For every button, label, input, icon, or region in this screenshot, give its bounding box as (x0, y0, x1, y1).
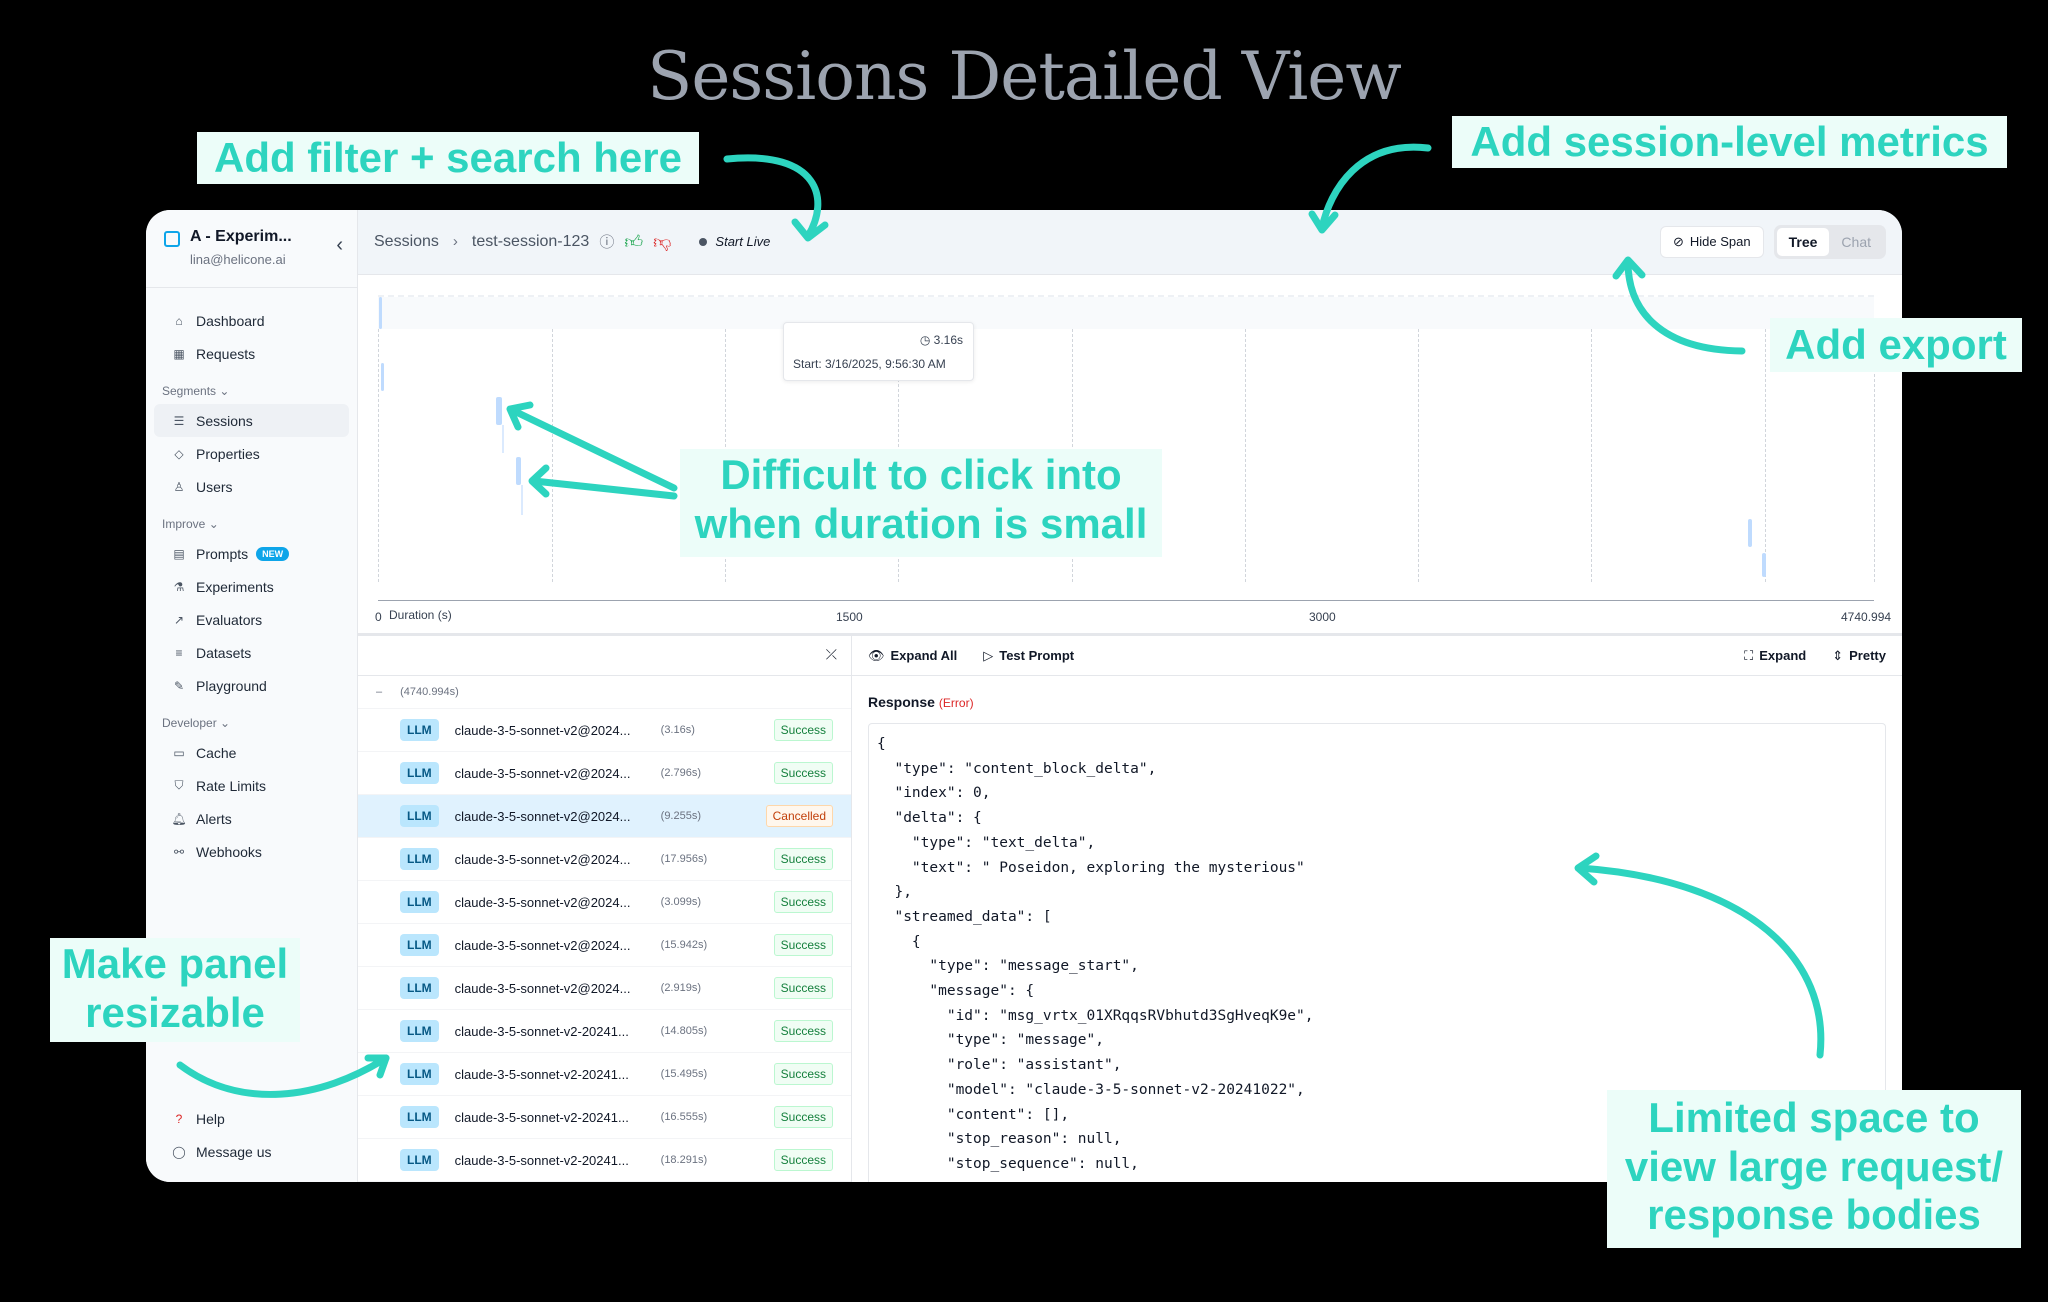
callout-limited-space: Limited space to view large request/ res… (1607, 1090, 2021, 1248)
span-tooltip: ◷ 3.16s Start: 3/16/2025, 9:56:30 AM (783, 322, 974, 381)
tooltip-start: Start: 3/16/2025, 9:56:30 AM (793, 357, 946, 371)
callout-filter-search: Add filter + search here (197, 132, 699, 184)
clock-icon: ◷ (919, 333, 931, 347)
callout-session-metrics: Add session-level metrics (1452, 116, 2007, 168)
callout-difficult-click: Difficult to click into when duration is… (680, 449, 1162, 557)
callout-resizable: Make panel resizable (50, 938, 300, 1042)
callout-export: Add export (1770, 318, 2022, 372)
tooltip-duration: ◷ 3.16s (919, 333, 963, 347)
